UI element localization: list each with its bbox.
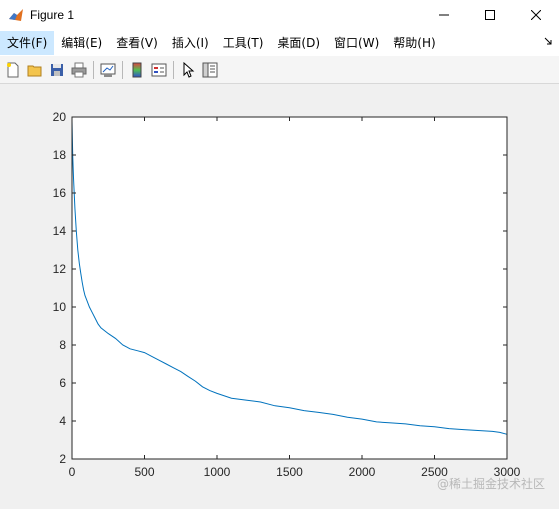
figure-canvas: 0 500 1000 1500 2000 2500 3000 2 4 6 8 10 12 14 16 18 20… (0, 85, 559, 506)
menu-insert[interactable]: 插入(I) (165, 31, 216, 55)
property-inspector-icon (202, 62, 218, 77)
line-chart[interactable]: 0 500 1000 1500 2000 2500 30002468101214161820 (0, 85, 559, 506)
close-icon (531, 10, 541, 20)
close-button[interactable] (513, 0, 559, 30)
edit-plot-button[interactable] (177, 59, 199, 81)
y-tick-label: 20 (53, 110, 67, 124)
toolbar-separator (173, 60, 174, 79)
y-tick-label: 18 (53, 148, 67, 162)
toolbar-separator (122, 60, 123, 79)
link-plot-button[interactable] (97, 59, 119, 81)
y-tick-label: 8 (59, 338, 66, 352)
y-tick-label: 14 (53, 224, 67, 238)
minimize-button[interactable] (421, 0, 467, 30)
menu-window[interactable]: 窗口(W) (327, 31, 386, 55)
menu-bar: 文件(F) 编辑(E) 查看(V) 插入(I) 工具(T) 桌面(D) 窗口(W… (0, 30, 559, 56)
toolbar-separator (93, 60, 94, 79)
print-button[interactable] (68, 59, 90, 81)
print-icon (71, 62, 87, 77)
y-tick-label: 6 (59, 376, 66, 390)
maximize-button[interactable] (467, 0, 513, 30)
insert-legend-icon (151, 63, 167, 76)
open-file-icon (27, 65, 42, 76)
save-icon (51, 63, 63, 76)
maximize-icon (485, 10, 495, 20)
title-bar: Figure 1 (0, 0, 559, 30)
open-file-button[interactable] (24, 59, 46, 81)
edit-plot-icon (183, 61, 195, 78)
y-tick-label: 2 (59, 452, 66, 466)
insert-colorbar-button[interactable] (126, 59, 148, 81)
menu-desktop[interactable]: 桌面(D) (270, 31, 327, 55)
y-tick-label: 16 (53, 186, 67, 200)
save-button[interactable] (46, 59, 68, 81)
new-figure-icon (7, 62, 19, 77)
window-title: Figure 1 (30, 8, 75, 22)
watermark: @稀土掘金技术社区 (436, 477, 545, 491)
x-tick-label: 2000 (349, 465, 376, 479)
menu-help[interactable]: 帮助(H) (386, 31, 442, 55)
menu-tools[interactable]: 工具(T) (216, 31, 271, 55)
menu-edit[interactable]: 编辑(E) (54, 31, 109, 55)
y-tick-label: 4 (59, 414, 66, 428)
menu-view[interactable]: 查看(V) (109, 31, 165, 55)
x-tick-label: 1500 (276, 465, 303, 479)
new-figure-button[interactable] (2, 59, 24, 81)
y-tick-label: 10 (53, 300, 67, 314)
link-plot-icon (100, 63, 116, 77)
menu-file[interactable]: 文件(F) (0, 31, 55, 55)
figure-toolbar (0, 56, 559, 84)
x-tick-label: 500 (134, 465, 154, 479)
matlab-figure-icon (8, 7, 24, 23)
x-tick-label: 0 (69, 465, 76, 479)
x-tick-label: 1000 (204, 465, 231, 479)
menu-dock-arrow-icon[interactable] (543, 36, 553, 49)
property-inspector-button[interactable] (199, 59, 221, 81)
insert-colorbar-icon (132, 62, 142, 77)
minimize-icon (439, 14, 449, 16)
y-tick-label: 12 (53, 262, 67, 276)
insert-legend-button[interactable] (148, 59, 170, 81)
